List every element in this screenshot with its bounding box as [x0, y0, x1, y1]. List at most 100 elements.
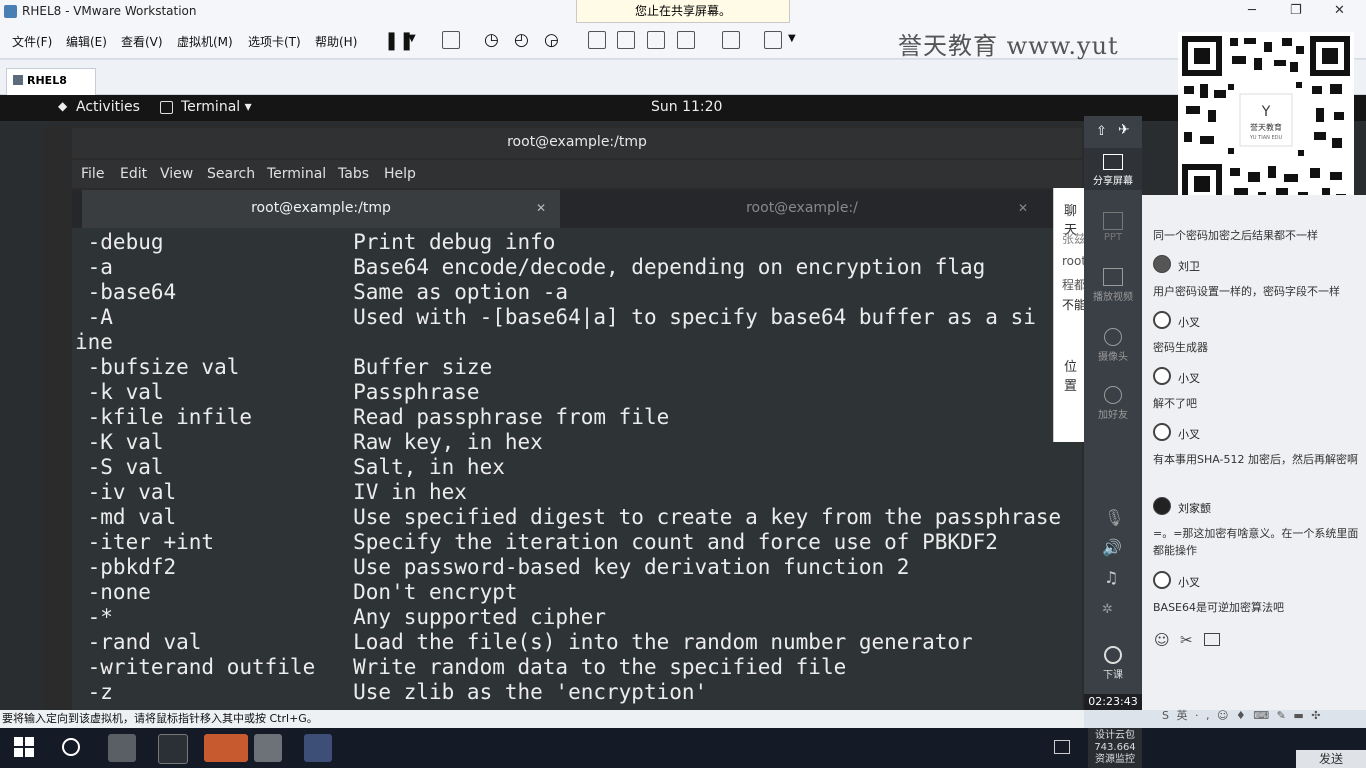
- menu-vm[interactable]: 虚拟机(M): [177, 33, 233, 50]
- terminal-menu-tabs[interactable]: Tabs: [338, 166, 369, 182]
- avatar: [1153, 367, 1171, 385]
- chat-message: 用户密码设置一样的，密码字段不一样: [1153, 285, 1340, 298]
- fullscreen-icon[interactable]: [647, 31, 665, 49]
- clock[interactable]: Sun 11:20: [651, 99, 722, 115]
- ppt-label: PPT: [1103, 232, 1123, 243]
- media-player-icon[interactable]: [108, 734, 136, 762]
- activities-button[interactable]: Activities: [76, 99, 140, 115]
- timer: 02:23:43: [1084, 694, 1142, 710]
- chevron-down-icon[interactable]: ▼: [408, 33, 416, 44]
- terminal-line: -rand val Load the file(s) into the rand…: [75, 630, 973, 654]
- add-friend-button[interactable]: 加好友: [1084, 386, 1142, 421]
- input-method-bar[interactable]: S 英 · , ☺ ♦ ⌨ ✎ ▬ ✣: [1162, 707, 1322, 723]
- close-tab-icon[interactable]: ✕: [536, 190, 546, 226]
- qr-code: Y 誉天教育 YU TIAN EDU: [1178, 32, 1354, 208]
- close-tab-icon[interactable]: ✕: [1018, 190, 1028, 226]
- speaker-icon[interactable]: 🔊: [1102, 538, 1122, 557]
- chevron-down-icon[interactable]: ▼: [788, 33, 796, 44]
- share-screen-icon: [1103, 154, 1123, 170]
- app-menu-terminal[interactable]: Terminal ▾: [181, 99, 252, 115]
- terminal-menu-terminal[interactable]: Terminal: [267, 166, 326, 182]
- terminal-line: -K val Raw key, in hex: [75, 430, 543, 454]
- menu-tabs[interactable]: 选项卡(T): [248, 33, 301, 50]
- share-screen-button[interactable]: 分享屏幕: [1084, 148, 1142, 190]
- chat-message: BASE64是可逆加密算法吧: [1153, 601, 1285, 614]
- arrow-icon[interactable]: ⇧: [1096, 124, 1107, 139]
- tray-icon[interactable]: [1054, 740, 1070, 754]
- avatar: [1153, 255, 1171, 273]
- tab-rhel8[interactable]: RHEL8: [6, 68, 96, 95]
- vmware-tabstrip: RHEL8: [0, 60, 1366, 95]
- powerpoint-icon[interactable]: [204, 734, 248, 762]
- video-icon: [1103, 268, 1123, 286]
- camera-button[interactable]: 摄像头: [1084, 328, 1142, 363]
- terminal-line: -iter +int Specify the iteration count a…: [75, 530, 998, 554]
- revert-snapshot-icon[interactable]: ◴: [514, 30, 529, 50]
- stretch-view-icon[interactable]: [764, 31, 782, 49]
- vmware-window-title: RHEL8 - VMware Workstation: [22, 4, 197, 18]
- windows-start-icon[interactable]: [14, 737, 34, 757]
- search-icon[interactable]: [62, 738, 80, 756]
- minimize-icon[interactable]: ─: [1248, 3, 1256, 18]
- stats-label-1: 设计云包: [1095, 730, 1135, 741]
- chat-message: 密码生成器: [1153, 341, 1208, 354]
- avatar: [1153, 571, 1171, 589]
- send-ctrl-alt-del-icon[interactable]: [442, 31, 460, 49]
- settings-icon[interactable]: ✲: [1102, 602, 1113, 617]
- chat-popup-line: 程都: [1062, 278, 1087, 292]
- terminal-menu-view[interactable]: View: [160, 166, 193, 182]
- plane-icon[interactable]: ✈: [1118, 122, 1130, 138]
- end-class-button[interactable]: 下课: [1084, 646, 1142, 681]
- terminal-tab-root[interactable]: root@example:/ ✕: [562, 190, 1042, 228]
- terminal-line: -pbkdf2 Use password-based key derivatio…: [75, 555, 910, 579]
- terminal-menu-file[interactable]: File: [81, 166, 104, 182]
- terminal-menubar: File Edit View Search Terminal Tabs Help: [72, 160, 1082, 188]
- microphone-icon[interactable]: 🎙: [1104, 508, 1124, 527]
- menu-view[interactable]: 查看(V): [121, 33, 163, 50]
- chat-popup-line: 不能: [1062, 298, 1087, 312]
- terminal-text: -debug Print debug info -a Base64 encode…: [75, 230, 1061, 705]
- terminal-line: -md val Use specified digest to create a…: [75, 505, 1062, 529]
- svg-text:Y: Y: [1261, 104, 1271, 120]
- ppt-button[interactable]: PPT: [1084, 212, 1142, 243]
- flag-app-icon[interactable]: [158, 734, 188, 764]
- screen-share-banner: 您止在共享屏幕。: [576, 0, 790, 23]
- send-button[interactable]: 发送: [1296, 750, 1366, 768]
- status-hint: 要将输入定向到该虚拟机，请将鼠标指针移入其中或按 Ctrl+G。: [2, 712, 318, 725]
- terminal-tab-tmp[interactable]: root@example:/tmp ✕: [82, 190, 560, 228]
- terminal-menu-edit[interactable]: Edit: [120, 166, 147, 182]
- sidebar-view-icon[interactable]: [588, 31, 606, 49]
- terminal-output[interactable]: -debug Print debug info -a Base64 encode…: [72, 228, 1082, 710]
- play-video-label: 播放视频: [1093, 292, 1133, 303]
- menu-file[interactable]: 文件(F): [12, 33, 52, 50]
- unity-icon[interactable]: [677, 31, 695, 49]
- terminal-menu-help[interactable]: Help: [384, 166, 416, 182]
- windows-taskbar: 设计云包 743.664 资源监控 发送: [0, 728, 1366, 768]
- console-view-icon[interactable]: [722, 31, 740, 49]
- ppt-icon: [1103, 212, 1123, 230]
- scissors-icon[interactable]: ✂: [1180, 631, 1193, 649]
- thumbnail-view-icon[interactable]: [617, 31, 635, 49]
- vmware-statusbar: 要将输入定向到该虚拟机，请将鼠标指针移入其中或按 Ctrl+G。: [0, 710, 1084, 728]
- image-icon[interactable]: [1204, 633, 1220, 646]
- vmware-taskbar-icon[interactable]: [254, 734, 282, 762]
- music-icon[interactable]: ♫: [1104, 568, 1118, 587]
- stats-label-3: 资源监控: [1095, 754, 1135, 765]
- play-video-button[interactable]: 播放视频: [1084, 268, 1142, 303]
- menu-help[interactable]: 帮助(H): [315, 33, 357, 50]
- vmware-app-icon: [4, 5, 17, 18]
- add-friend-icon: [1104, 386, 1122, 404]
- snapshot-icon[interactable]: ◷: [484, 30, 499, 50]
- terminal-menu-search[interactable]: Search: [207, 166, 255, 182]
- close-icon[interactable]: ✕: [1334, 3, 1345, 18]
- chat-sender: 小叉: [1178, 428, 1200, 441]
- terminal-line: -kfile infile Read passphrase from file: [75, 405, 670, 429]
- menu-edit[interactable]: 编辑(E): [66, 33, 107, 50]
- terminal-line: -none Don't encrypt: [75, 580, 518, 604]
- maximize-icon[interactable]: ❐: [1290, 3, 1302, 18]
- chat-message: 有本事用SHA-512 加密后，然后再解密啊: [1153, 453, 1358, 466]
- emoji-icon[interactable]: ☺: [1154, 631, 1170, 649]
- power-icon: [1104, 646, 1122, 664]
- paint-icon[interactable]: [304, 734, 332, 762]
- snapshot-manager-icon[interactable]: ◶: [544, 30, 559, 50]
